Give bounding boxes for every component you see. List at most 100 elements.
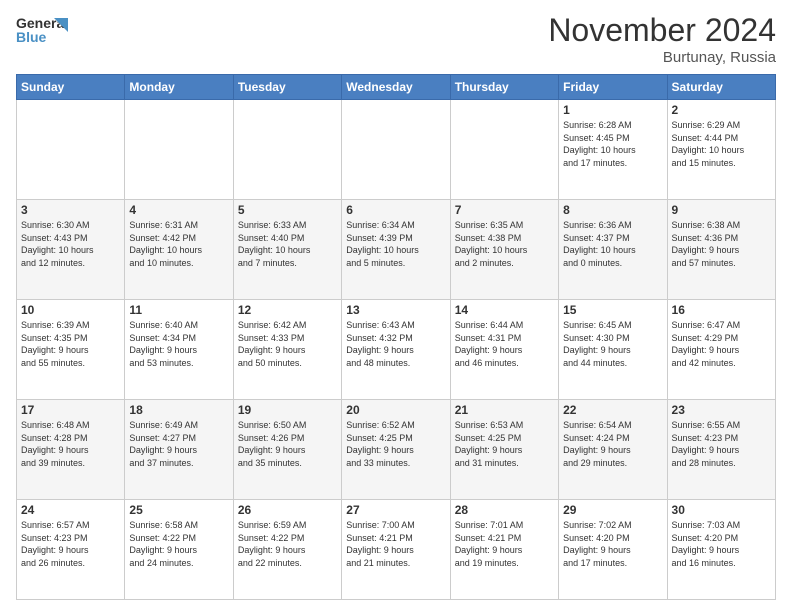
calendar-row-1: 1 Sunrise: 6:28 AM Sunset: 4:45 PM Daylig… <box>17 100 776 200</box>
calendar-cell: 26 Sunrise: 6:59 AM Sunset: 4:22 PM Dayli… <box>233 500 341 600</box>
day-number: 3 <box>21 203 120 217</box>
day-number: 1 <box>563 103 662 117</box>
calendar-cell: 9Sunrise: 6:38 AM Sunset: 4:36 PM Daylig… <box>667 200 775 300</box>
calendar-cell: 15Sunrise: 6:45 AM Sunset: 4:30 PM Dayli… <box>559 300 667 400</box>
col-sunday: Sunday <box>17 75 125 100</box>
calendar-cell <box>233 100 341 200</box>
day-number: 25 <box>129 503 228 517</box>
day-info: Sunrise: 7:00 AM Sunset: 4:21 PM Dayligh… <box>346 519 445 569</box>
calendar-cell: 28 Sunrise: 7:01 AM Sunset: 4:21 PM Dayli… <box>450 500 558 600</box>
calendar-cell <box>125 100 233 200</box>
day-number: 23 <box>672 403 771 417</box>
day-number: 26 <box>238 503 337 517</box>
calendar-cell: 27Sunrise: 7:00 AM Sunset: 4:21 PM Dayli… <box>342 500 450 600</box>
calendar-cell: 11 Sunrise: 6:40 AM Sunset: 4:34 PM Dayli… <box>125 300 233 400</box>
day-number: 24 <box>21 503 120 517</box>
calendar-cell: 16 Sunrise: 6:47 AM Sunset: 4:29 PM Dayli… <box>667 300 775 400</box>
day-info: Sunrise: 6:42 AM Sunset: 4:33 PM Dayligh… <box>238 319 337 369</box>
day-info: Sunrise: 7:02 AM Sunset: 4:20 PM Dayligh… <box>563 519 662 569</box>
calendar-cell: 2 Sunrise: 6:29 AM Sunset: 4:44 PM Daylig… <box>667 100 775 200</box>
calendar-cell: 19 Sunrise: 6:50 AM Sunset: 4:26 PM Dayli… <box>233 400 341 500</box>
day-number: 16 <box>672 303 771 317</box>
calendar-cell: 7Sunrise: 6:35 AM Sunset: 4:38 PM Daylig… <box>450 200 558 300</box>
calendar-cell: 6 Sunrise: 6:34 AM Sunset: 4:39 PM Daylig… <box>342 200 450 300</box>
day-info: Sunrise: 6:40 AM Sunset: 4:34 PM Dayligh… <box>129 319 228 369</box>
day-info: Sunrise: 6:44 AM Sunset: 4:31 PM Dayligh… <box>455 319 554 369</box>
col-friday: Friday <box>559 75 667 100</box>
calendar-cell: 21 Sunrise: 6:53 AM Sunset: 4:25 PM Dayli… <box>450 400 558 500</box>
day-number: 6 <box>346 203 445 217</box>
day-number: 15 <box>563 303 662 317</box>
calendar-cell: 23 Sunrise: 6:55 AM Sunset: 4:23 PM Dayli… <box>667 400 775 500</box>
day-number: 21 <box>455 403 554 417</box>
calendar-cell <box>450 100 558 200</box>
logo: General Blue <box>16 12 68 48</box>
day-info: Sunrise: 6:35 AM Sunset: 4:38 PM Dayligh… <box>455 219 554 269</box>
day-number: 12 <box>238 303 337 317</box>
day-number: 19 <box>238 403 337 417</box>
logo-icon: General Blue <box>16 12 68 48</box>
day-number: 17 <box>21 403 120 417</box>
day-number: 22 <box>563 403 662 417</box>
day-number: 4 <box>129 203 228 217</box>
calendar-cell: 22 Sunrise: 6:54 AM Sunset: 4:24 PM Dayli… <box>559 400 667 500</box>
day-info: Sunrise: 6:59 AM Sunset: 4:22 PM Dayligh… <box>238 519 337 569</box>
day-info: Sunrise: 6:28 AM Sunset: 4:45 PM Dayligh… <box>563 119 662 169</box>
calendar-cell: 25 Sunrise: 6:58 AM Sunset: 4:22 PM Dayli… <box>125 500 233 600</box>
calendar-cell: 8 Sunrise: 6:36 AM Sunset: 4:37 PM Daylig… <box>559 200 667 300</box>
col-tuesday: Tuesday <box>233 75 341 100</box>
day-number: 28 <box>455 503 554 517</box>
calendar-table: Sunday Monday Tuesday Wednesday Thursday… <box>16 74 776 600</box>
calendar-cell <box>342 100 450 200</box>
header-row: Sunday Monday Tuesday Wednesday Thursday… <box>17 75 776 100</box>
calendar-cell: 13Sunrise: 6:43 AM Sunset: 4:32 PM Dayli… <box>342 300 450 400</box>
calendar-row-5: 24 Sunrise: 6:57 AM Sunset: 4:23 PM Dayli… <box>17 500 776 600</box>
calendar-row-2: 3 Sunrise: 6:30 AM Sunset: 4:43 PM Daylig… <box>17 200 776 300</box>
day-info: Sunrise: 6:33 AM Sunset: 4:40 PM Dayligh… <box>238 219 337 269</box>
day-info: Sunrise: 6:34 AM Sunset: 4:39 PM Dayligh… <box>346 219 445 269</box>
calendar-cell: 14Sunrise: 6:44 AM Sunset: 4:31 PM Dayli… <box>450 300 558 400</box>
day-info: Sunrise: 6:52 AM Sunset: 4:25 PM Dayligh… <box>346 419 445 469</box>
day-number: 5 <box>238 203 337 217</box>
day-number: 9 <box>672 203 771 217</box>
month-title: November 2024 <box>548 12 776 49</box>
day-number: 2 <box>672 103 771 117</box>
day-info: Sunrise: 6:58 AM Sunset: 4:22 PM Dayligh… <box>129 519 228 569</box>
header: General Blue November 2024 Burtunay, Rus… <box>16 12 776 66</box>
day-info: Sunrise: 6:49 AM Sunset: 4:27 PM Dayligh… <box>129 419 228 469</box>
day-info: Sunrise: 6:48 AM Sunset: 4:28 PM Dayligh… <box>21 419 120 469</box>
title-block: November 2024 Burtunay, Russia <box>548 12 776 66</box>
day-info: Sunrise: 6:29 AM Sunset: 4:44 PM Dayligh… <box>672 119 771 169</box>
calendar-cell: 24 Sunrise: 6:57 AM Sunset: 4:23 PM Dayli… <box>17 500 125 600</box>
day-info: Sunrise: 6:30 AM Sunset: 4:43 PM Dayligh… <box>21 219 120 269</box>
calendar-cell: 5 Sunrise: 6:33 AM Sunset: 4:40 PM Daylig… <box>233 200 341 300</box>
day-number: 10 <box>21 303 120 317</box>
location: Burtunay, Russia <box>548 49 776 66</box>
day-number: 8 <box>563 203 662 217</box>
calendar-cell: 30Sunrise: 7:03 AM Sunset: 4:20 PM Dayli… <box>667 500 775 600</box>
day-info: Sunrise: 6:57 AM Sunset: 4:23 PM Dayligh… <box>21 519 120 569</box>
day-info: Sunrise: 7:01 AM Sunset: 4:21 PM Dayligh… <box>455 519 554 569</box>
day-info: Sunrise: 6:39 AM Sunset: 4:35 PM Dayligh… <box>21 319 120 369</box>
day-info: Sunrise: 6:54 AM Sunset: 4:24 PM Dayligh… <box>563 419 662 469</box>
svg-text:Blue: Blue <box>16 29 47 45</box>
day-info: Sunrise: 6:36 AM Sunset: 4:37 PM Dayligh… <box>563 219 662 269</box>
day-number: 11 <box>129 303 228 317</box>
calendar-cell: 3 Sunrise: 6:30 AM Sunset: 4:43 PM Daylig… <box>17 200 125 300</box>
calendar-cell: 29 Sunrise: 7:02 AM Sunset: 4:20 PM Dayli… <box>559 500 667 600</box>
calendar-cell: 20Sunrise: 6:52 AM Sunset: 4:25 PM Dayli… <box>342 400 450 500</box>
calendar-row-3: 10 Sunrise: 6:39 AM Sunset: 4:35 PM Dayli… <box>17 300 776 400</box>
day-info: Sunrise: 6:53 AM Sunset: 4:25 PM Dayligh… <box>455 419 554 469</box>
col-saturday: Saturday <box>667 75 775 100</box>
calendar-cell: 4Sunrise: 6:31 AM Sunset: 4:42 PM Daylig… <box>125 200 233 300</box>
day-info: Sunrise: 6:47 AM Sunset: 4:29 PM Dayligh… <box>672 319 771 369</box>
calendar-page: General Blue November 2024 Burtunay, Rus… <box>0 0 792 612</box>
calendar-cell: 18Sunrise: 6:49 AM Sunset: 4:27 PM Dayli… <box>125 400 233 500</box>
day-info: Sunrise: 6:55 AM Sunset: 4:23 PM Dayligh… <box>672 419 771 469</box>
day-number: 13 <box>346 303 445 317</box>
day-number: 29 <box>563 503 662 517</box>
calendar-cell: 17 Sunrise: 6:48 AM Sunset: 4:28 PM Dayli… <box>17 400 125 500</box>
day-info: Sunrise: 6:50 AM Sunset: 4:26 PM Dayligh… <box>238 419 337 469</box>
calendar-cell <box>17 100 125 200</box>
day-info: Sunrise: 7:03 AM Sunset: 4:20 PM Dayligh… <box>672 519 771 569</box>
